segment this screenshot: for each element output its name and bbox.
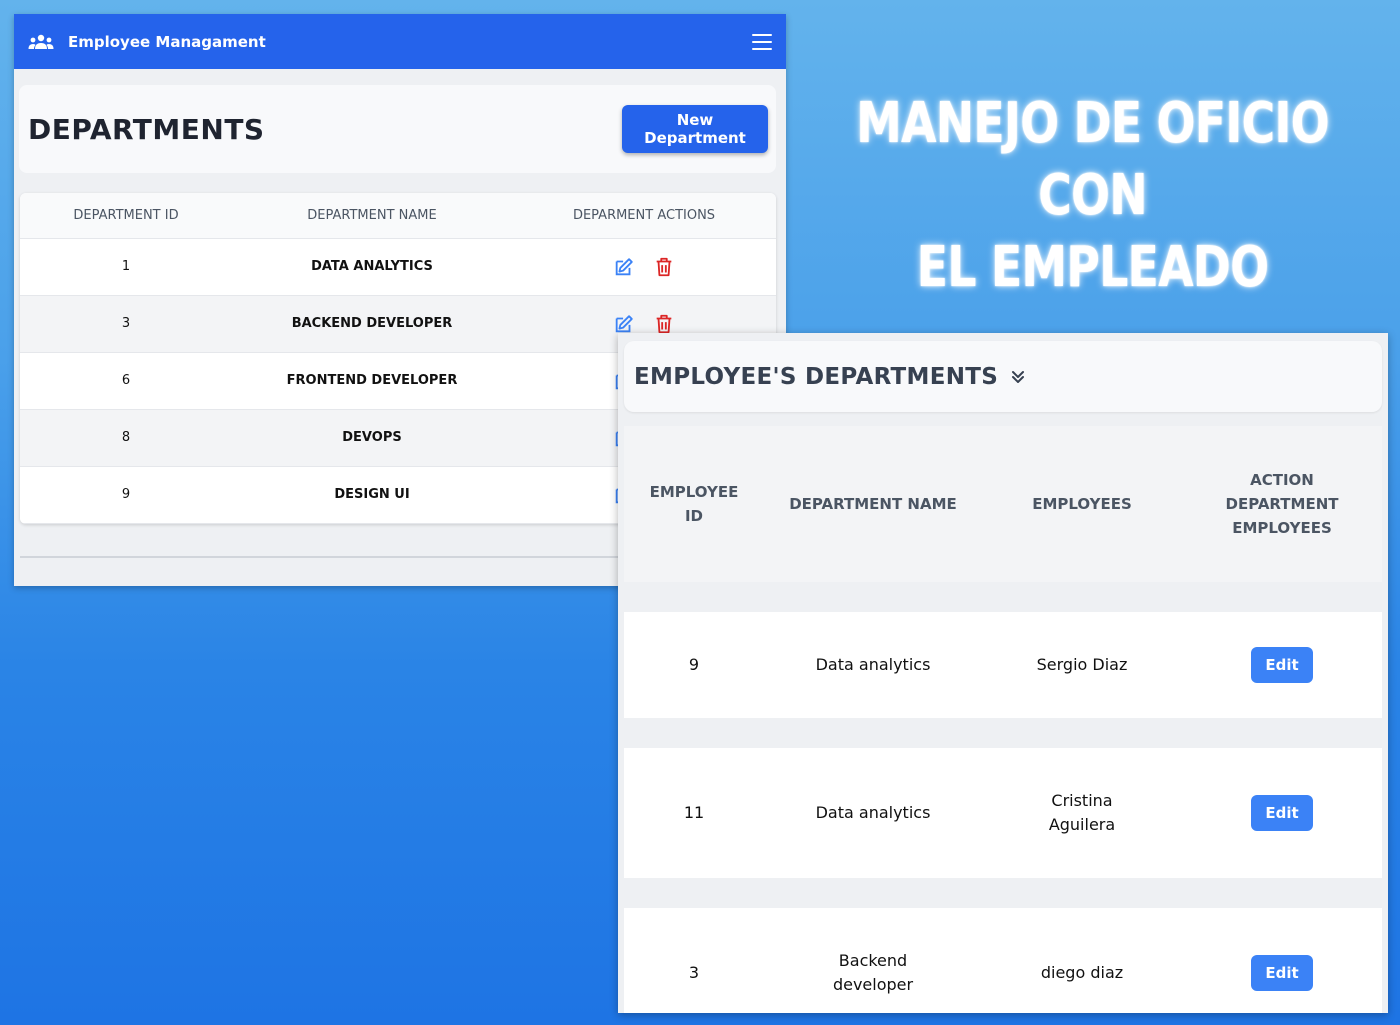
employee-departments-header: EMPLOYEE'S DEPARTMENTS	[624, 341, 1382, 412]
employee-departments-body: EMPLOYEE'S DEPARTMENTS EMPLOYEE ID DEPAR…	[618, 333, 1388, 1013]
cell-line: Aguilera	[1048, 815, 1116, 834]
hero-title-line-1: MANEJO DE OFICIO CON	[856, 91, 1330, 228]
department-name-cell: Data analytics	[764, 748, 982, 878]
action-cell: Edit	[1182, 748, 1382, 878]
department-name-cell: BACKEND DEVELOPER	[232, 295, 512, 353]
table-row: 11 Data analytics Cristina Aguilera Edit	[624, 748, 1382, 878]
department-id-cell: 8	[20, 409, 232, 467]
column-header-employee-id: EMPLOYEE ID	[624, 426, 764, 582]
new-department-button[interactable]: New Department	[622, 105, 768, 153]
department-id-cell: 9	[20, 466, 232, 524]
employee-departments-window: EMPLOYEE'S DEPARTMENTS EMPLOYEE ID DEPAR…	[618, 333, 1388, 1013]
app-brand[interactable]: Employee Managament	[68, 33, 752, 51]
department-name-cell: Backend developer	[764, 908, 982, 1013]
hamburger-menu-icon[interactable]	[752, 33, 772, 50]
page-title: DEPARTMENTS	[28, 112, 265, 146]
cell-line: Backend	[838, 951, 908, 970]
cell-line: Sergio Diaz	[1036, 655, 1128, 674]
edit-icon[interactable]	[613, 313, 635, 335]
employee-name-cell: diego diaz	[982, 908, 1182, 1013]
column-header-department-actions: DEPARMENT ACTIONS	[512, 193, 776, 239]
header-line: EMPLOYEES	[1232, 519, 1332, 537]
table-row: 9 Data analytics Sergio Diaz Edit	[624, 612, 1382, 718]
action-cell: Edit	[1182, 612, 1382, 718]
hero-title: MANEJO DE OFICIO CON EL EMPLEADO	[853, 88, 1333, 304]
departments-header: DEPARTMENTS New Department	[19, 85, 776, 173]
edit-button[interactable]: Edit	[1251, 795, 1313, 831]
users-icon	[28, 34, 54, 49]
table-header-row: EMPLOYEE ID DEPARTMENT NAME EMPLOYEES AC…	[624, 426, 1382, 582]
cell-line: Data analytics	[815, 803, 931, 822]
department-name-cell: FRONTEND DEVELOPER	[232, 352, 512, 410]
header-line: EMPLOYEE	[649, 483, 739, 501]
chevron-double-down-icon[interactable]	[1010, 369, 1026, 385]
hero-title-line-2: EL EMPLEADO	[916, 235, 1269, 300]
trash-icon[interactable]	[653, 313, 675, 335]
header-line: ID	[684, 507, 704, 525]
employee-departments-table: EMPLOYEE ID DEPARTMENT NAME EMPLOYEES AC…	[624, 426, 1382, 1013]
cell-line: diego diaz	[1040, 963, 1124, 982]
employee-id-cell: 11	[624, 748, 764, 878]
column-header-department-name: DEPARTMENT NAME	[232, 193, 512, 239]
employee-name-cell: Sergio Diaz	[982, 612, 1182, 718]
column-header-action: ACTION DEPARTMENT EMPLOYEES	[1182, 426, 1382, 582]
department-name-cell: DESIGN UI	[232, 466, 512, 524]
section-title: EMPLOYEE'S DEPARTMENTS	[634, 363, 999, 390]
employee-id-cell: 3	[624, 908, 764, 1013]
edit-button[interactable]: Edit	[1251, 647, 1313, 683]
edit-icon[interactable]	[613, 256, 635, 278]
department-name-cell: DEVOPS	[232, 409, 512, 467]
navbar: Employee Managament	[14, 14, 786, 69]
cell-line: developer	[832, 975, 914, 994]
cell-line: Data analytics	[815, 655, 931, 674]
department-name-cell: Data analytics	[764, 612, 982, 718]
table-row: 1 DATA ANALYTICS	[20, 238, 776, 296]
table-row: 3 Backend developer diego diaz Edit	[624, 908, 1382, 1013]
department-id-cell: 6	[20, 352, 232, 410]
column-header-department-id: DEPARTMENT ID	[20, 193, 232, 239]
column-header-employees: EMPLOYEES	[982, 426, 1182, 582]
cell-line: Cristina	[1051, 791, 1113, 810]
header-line: ACTION	[1250, 471, 1314, 489]
department-id-cell: 1	[20, 238, 232, 296]
table-header-row: DEPARTMENT ID DEPARTMENT NAME DEPARMENT …	[20, 193, 776, 239]
action-cell: Edit	[1182, 908, 1382, 1013]
edit-button[interactable]: Edit	[1251, 955, 1313, 991]
employee-name-cell: Cristina Aguilera	[982, 748, 1182, 878]
header-line: DEPARTMENT	[1225, 495, 1339, 513]
employee-id-cell: 9	[624, 612, 764, 718]
department-actions-cell	[512, 238, 776, 296]
department-id-cell: 3	[20, 295, 232, 353]
trash-icon[interactable]	[653, 256, 675, 278]
column-header-department-name: DEPARTMENT NAME	[764, 426, 982, 582]
department-name-cell: DATA ANALYTICS	[232, 238, 512, 296]
